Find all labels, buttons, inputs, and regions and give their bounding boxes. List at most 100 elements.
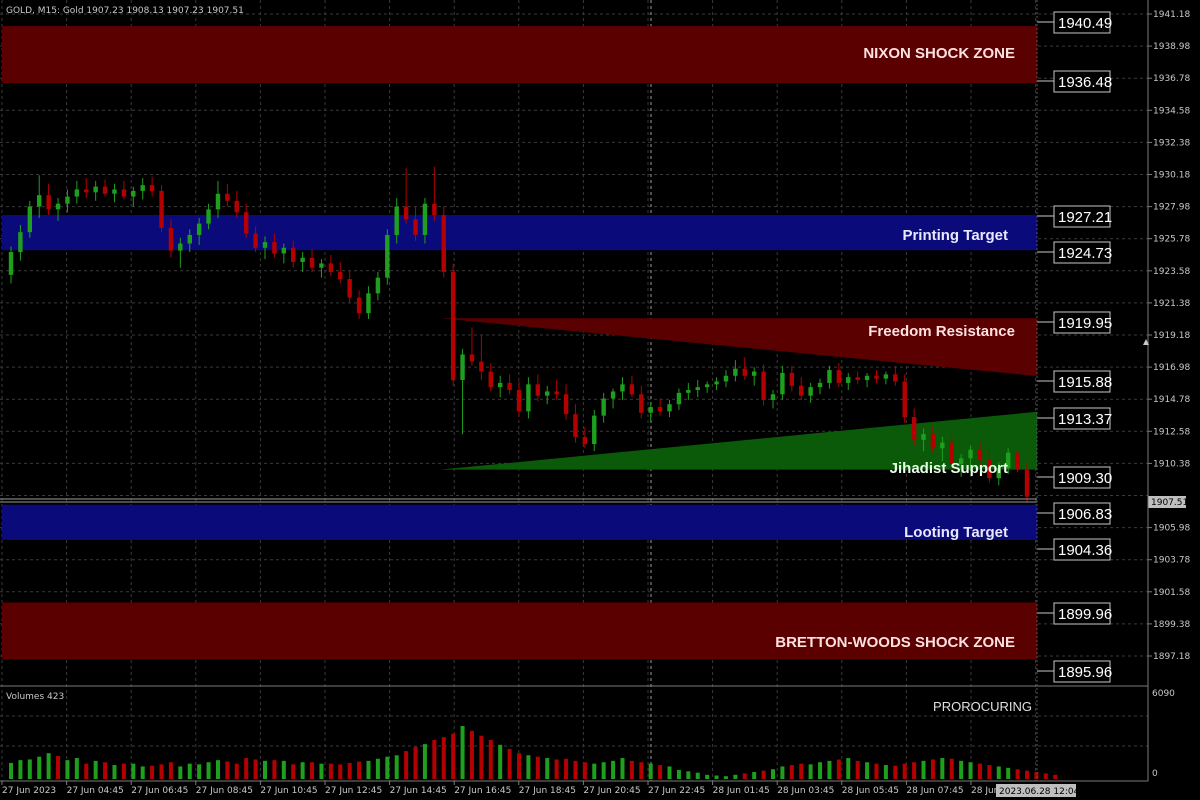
freedom-resistance-label: Freedom Resistance — [868, 323, 1015, 340]
candle-body — [432, 203, 437, 216]
volume-bar — [272, 760, 277, 779]
volume-bar — [564, 758, 569, 779]
price-axis[interactable]: 1941.18 1938.98 1936.78 1934.58 1932.38 1930.… — [1148, 10, 1190, 662]
volume-bar — [799, 763, 804, 779]
candle-body — [84, 189, 89, 193]
volume-bar — [263, 760, 267, 779]
volume-bar — [658, 765, 663, 779]
candle-body — [563, 394, 569, 415]
candle-body — [620, 384, 625, 392]
candle-body — [817, 382, 823, 388]
candle-body — [497, 382, 503, 388]
price-tick-label: 1914.78 — [1153, 395, 1190, 405]
volume-bar — [18, 760, 23, 779]
candle-body — [733, 368, 738, 376]
time-tick-label: 27 Jun 10:45 — [260, 786, 317, 796]
looting-target-zone — [2, 504, 1037, 540]
volume-bar — [507, 748, 512, 779]
candle-body — [902, 381, 907, 418]
volume-bar — [150, 765, 155, 779]
candle-body — [281, 247, 287, 254]
candle-body — [291, 247, 296, 263]
candle-body — [131, 190, 136, 197]
price-tick-label: 1930.18 — [1153, 171, 1190, 181]
candle-body — [215, 193, 221, 210]
volume-bar — [545, 758, 550, 779]
volume-bar — [338, 764, 343, 779]
volume-bar — [1006, 767, 1011, 779]
volume-bar — [310, 762, 315, 779]
candle-body — [573, 414, 578, 437]
trading-chart[interactable]: NIXON SHOCK ZONE Printing Target Freedom… — [0, 0, 1200, 800]
volume-bar — [705, 774, 710, 779]
time-tick-label: 27 Jun 12:45 — [325, 786, 382, 796]
candle-body — [243, 212, 249, 234]
candle-body — [827, 370, 832, 383]
volume-bar — [281, 760, 286, 779]
candle-body — [168, 227, 174, 251]
candle — [159, 185, 164, 233]
volume-bar — [347, 762, 352, 779]
price-tick-label: 1912.58 — [1153, 427, 1190, 437]
time-tick-label: 27 Jun 16:45 — [454, 786, 511, 796]
price-tick-label: 1925.78 — [1153, 235, 1190, 245]
time-tick-label: 27 Jun 04:45 — [67, 786, 124, 796]
volume-bar — [488, 739, 493, 779]
volume-watermark: PROROCURING — [933, 699, 1032, 714]
current-price-value: 1907.51 — [1151, 498, 1188, 508]
volume-bar — [827, 760, 832, 779]
volume-bar — [676, 769, 681, 779]
volume-bar — [789, 765, 794, 779]
volume-bar — [1053, 774, 1058, 779]
volume-bar — [1025, 770, 1029, 779]
volume-bar — [723, 776, 728, 779]
volume-bar — [197, 764, 202, 779]
candle-body — [140, 185, 145, 191]
volume-bar — [639, 762, 644, 779]
candle-body — [657, 407, 663, 412]
candle-body — [187, 234, 192, 244]
volume-bar — [874, 763, 879, 779]
volume-bar — [752, 772, 757, 779]
volume-bar — [159, 764, 164, 779]
candle-body — [375, 277, 381, 294]
candle-body — [601, 398, 606, 416]
candle-body — [714, 381, 719, 385]
candle-body — [460, 354, 465, 381]
price-tick-label: 1932.38 — [1153, 138, 1190, 148]
candle-body — [507, 382, 512, 391]
candle-body — [893, 374, 898, 382]
volume-bar — [121, 763, 126, 779]
candle-body — [686, 390, 691, 393]
volume-bar — [112, 765, 117, 779]
candle-body — [695, 387, 700, 391]
volume-bar — [959, 760, 964, 779]
time-tick-label: 28 Jun 07:45 — [906, 786, 963, 796]
level-value: 1899.96 — [1058, 606, 1112, 623]
candle-body — [488, 371, 493, 388]
volume-bar — [573, 760, 578, 779]
bretton-woods-label: BRETTON-WOODS SHOCK ZONE — [775, 634, 1015, 651]
candle-body — [366, 293, 371, 314]
candle-body — [639, 394, 644, 413]
volume-bar — [357, 761, 362, 779]
jihadist-support-label: Jihadist Support — [890, 460, 1008, 477]
volume-bar — [865, 762, 870, 779]
candle — [385, 229, 390, 285]
candle-body — [940, 442, 945, 449]
chart-background — [0, 0, 1200, 800]
looting-target-label: Looting Target — [904, 524, 1008, 541]
candle-body — [789, 372, 795, 386]
level-value: 1909.30 — [1058, 470, 1112, 487]
candle-body — [403, 206, 409, 220]
volume-bar — [695, 772, 700, 779]
volume-bar — [366, 760, 371, 779]
volume-bar — [535, 756, 540, 779]
candle-body — [356, 297, 362, 314]
candle-body — [37, 195, 42, 207]
volume-bar — [667, 766, 672, 779]
candle-body — [592, 415, 597, 445]
volume-bar — [93, 760, 98, 779]
volume-bar — [385, 756, 390, 779]
candle-body — [1024, 469, 1030, 497]
